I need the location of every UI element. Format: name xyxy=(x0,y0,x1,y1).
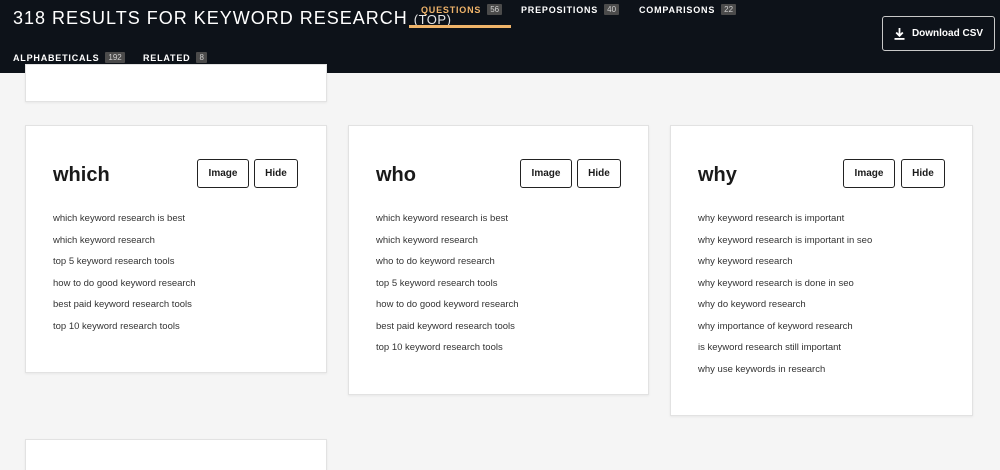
tab-count-badge: 192 xyxy=(105,52,125,63)
image-button[interactable]: Image xyxy=(197,159,249,188)
list-item[interactable]: who to do keyword research xyxy=(376,256,519,278)
suggestion-list: which keyword research is best which key… xyxy=(53,213,196,342)
list-item[interactable]: why keyword research xyxy=(698,256,872,278)
card-heading: who xyxy=(376,164,416,186)
tab-label: ALPHABETICALS xyxy=(13,52,100,63)
list-item[interactable]: why importance of keyword research xyxy=(698,321,872,343)
card-which: which Image Hide which keyword research … xyxy=(25,125,327,373)
list-item[interactable]: why do keyword research xyxy=(698,299,872,321)
list-item[interactable]: top 10 keyword research tools xyxy=(53,321,196,343)
card-partial-top xyxy=(25,64,327,102)
card-heading: why xyxy=(698,164,737,186)
list-item[interactable]: top 5 keyword research tools xyxy=(376,278,519,300)
card-who: who Image Hide which keyword research is… xyxy=(348,125,649,395)
list-item[interactable]: how to do good keyword research xyxy=(53,278,196,300)
list-item[interactable]: which keyword research is best xyxy=(53,213,196,235)
list-item[interactable]: is keyword research still important xyxy=(698,342,872,364)
tab-label: COMPARISONS xyxy=(639,4,716,15)
tab-label: PREPOSITIONS xyxy=(521,4,599,15)
tab-questions[interactable]: QUESTIONS 56 xyxy=(421,4,503,15)
download-icon xyxy=(894,27,905,40)
list-item[interactable]: why use keywords in research xyxy=(698,364,872,386)
list-item[interactable]: why keyword research is important in seo xyxy=(698,235,872,257)
page-title-text: 318 RESULTS FOR KEYWORD RESEARCH xyxy=(13,8,408,28)
tab-prepositions[interactable]: PREPOSITIONS 40 xyxy=(521,4,620,15)
results-header: 318 RESULTS FOR KEYWORD RESEARCH (TOP) Q… xyxy=(0,0,1000,73)
page-title: 318 RESULTS FOR KEYWORD RESEARCH (TOP) xyxy=(13,8,451,29)
tab-comparisons[interactable]: COMPARISONS 22 xyxy=(639,4,737,15)
hide-button[interactable]: Hide xyxy=(577,159,621,188)
card-why: why Image Hide why keyword research is i… xyxy=(670,125,973,416)
active-tab-indicator xyxy=(409,25,511,28)
tab-count-badge: 22 xyxy=(721,4,737,15)
tab-alphabeticals[interactable]: ALPHABETICALS 192 xyxy=(13,52,125,63)
download-csv-button[interactable]: Download CSV xyxy=(882,16,995,51)
list-item[interactable]: how to do good keyword research xyxy=(376,299,519,321)
list-item[interactable]: which keyword research xyxy=(376,235,519,257)
hide-button[interactable]: Hide xyxy=(901,159,945,188)
image-button[interactable]: Image xyxy=(843,159,895,188)
hide-button[interactable]: Hide xyxy=(254,159,298,188)
tab-label: RELATED xyxy=(143,52,191,63)
tab-count-badge: 56 xyxy=(487,4,503,15)
image-button[interactable]: Image xyxy=(520,159,572,188)
card-heading: which xyxy=(53,164,110,186)
list-item[interactable]: best paid keyword research tools xyxy=(53,299,196,321)
list-item[interactable]: which keyword research is best xyxy=(376,213,519,235)
list-item[interactable]: which keyword research xyxy=(53,235,196,257)
suggestion-list: which keyword research is best which key… xyxy=(376,213,519,364)
list-item[interactable]: top 10 keyword research tools xyxy=(376,342,519,364)
tab-count-badge: 40 xyxy=(604,4,620,15)
suggestion-list: why keyword research is important why ke… xyxy=(698,213,872,385)
card-partial-bottom xyxy=(25,439,327,470)
list-item[interactable]: best paid keyword research tools xyxy=(376,321,519,343)
list-item[interactable]: why keyword research is done in seo xyxy=(698,278,872,300)
tab-related[interactable]: RELATED 8 xyxy=(143,52,207,63)
list-item[interactable]: why keyword research is important xyxy=(698,213,872,235)
tab-label: QUESTIONS xyxy=(421,4,482,15)
download-csv-label: Download CSV xyxy=(911,28,984,39)
tab-count-badge: 8 xyxy=(196,52,207,63)
list-item[interactable]: top 5 keyword research tools xyxy=(53,256,196,278)
